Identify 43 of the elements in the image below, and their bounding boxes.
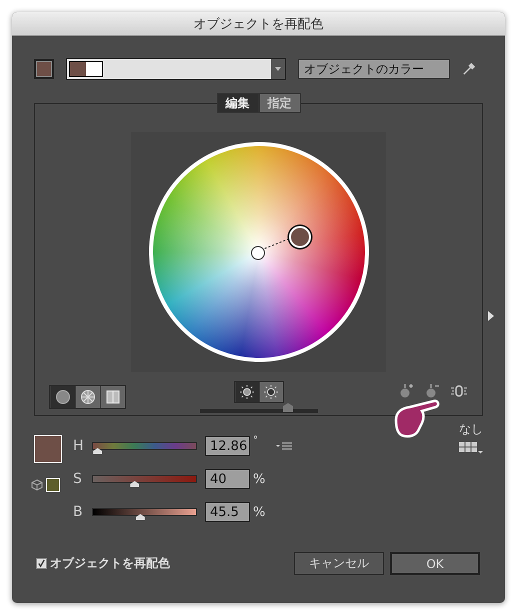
add-color-icon[interactable] [398, 383, 414, 399]
link-harmony-icon[interactable] [450, 383, 468, 399]
display-mode-button[interactable] [258, 382, 282, 402]
checkbox[interactable] [36, 558, 47, 569]
unit-label: ° [253, 435, 258, 446]
window-title: オブジェクトを再配色 [194, 16, 324, 32]
view-mode-button[interactable] [100, 386, 125, 408]
color-group-dropdown[interactable] [66, 58, 286, 80]
remove-color-icon[interactable] [424, 383, 440, 399]
base-color-handle[interactable] [288, 226, 310, 248]
view-mode-button[interactable] [50, 386, 75, 408]
sun-icon [240, 385, 254, 399]
view-mode-button[interactable] [75, 386, 100, 408]
expand-arrow-icon[interactable] [488, 311, 494, 321]
value-field[interactable]: 40 [205, 469, 250, 489]
segmented-view-icon [80, 389, 96, 405]
out-of-gamut-swatch[interactable] [46, 478, 60, 492]
cancel-button[interactable]: キャンセル [294, 552, 384, 575]
value-field[interactable]: 12.86 [205, 436, 250, 456]
source-field[interactable]: オブジェクトのカラー [298, 59, 450, 79]
bars-view-icon [105, 389, 121, 405]
ok-button[interactable]: OK [390, 552, 480, 575]
caret-icon [271, 59, 285, 79]
active-color-swatch[interactable] [34, 59, 54, 79]
smooth-view-icon [55, 389, 71, 405]
tab[interactable]: 編集 [216, 93, 258, 113]
menu-icon[interactable] [276, 441, 292, 451]
center-handle[interactable] [250, 246, 264, 260]
none-label: なし [459, 421, 483, 438]
channel-label: S [73, 471, 83, 487]
value-field[interactable]: 45.5 [205, 502, 250, 522]
checkbox-label: オブジェクトを再配色 [50, 555, 170, 572]
tab[interactable]: 指定 [258, 93, 300, 113]
channel-label: H [73, 438, 85, 454]
eyedropper-icon[interactable] [461, 62, 476, 76]
display-mode-button[interactable] [234, 382, 258, 402]
unit-label: % [253, 504, 266, 520]
unit-label: % [253, 472, 266, 486]
cube-icon [31, 479, 43, 491]
current-color-swatch [34, 435, 62, 463]
color-group-grid-icon[interactable] [459, 442, 483, 454]
channel-label: B [73, 504, 84, 520]
sun-icon [264, 385, 278, 399]
